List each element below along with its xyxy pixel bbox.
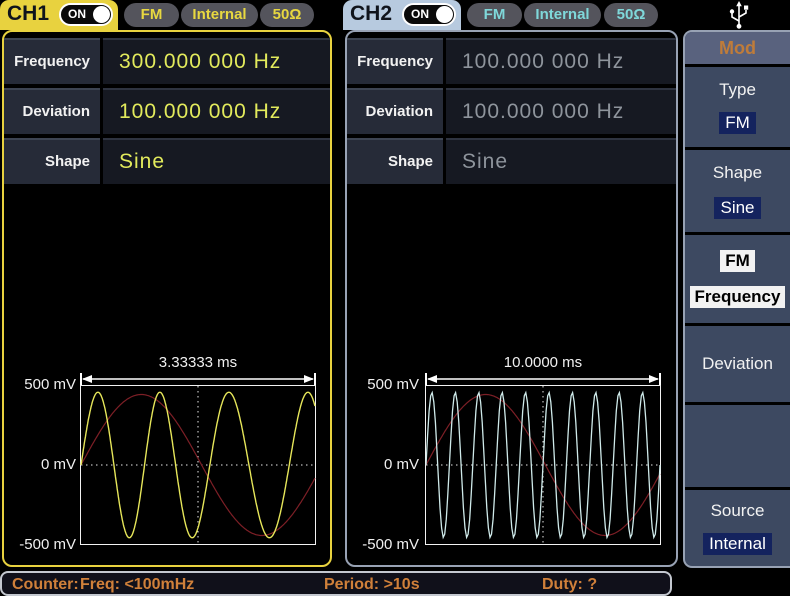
ch1-tab[interactable]: CH1 ON [0, 0, 118, 30]
source-value: Internal [703, 533, 772, 555]
ch1-on-toggle[interactable]: ON [59, 3, 113, 26]
signal-generator-screen: CH1 ON FM Internal 50Ω CH2 ON FM Interna… [0, 0, 790, 596]
ch2-ylabel-bottom: -500 mV [347, 536, 419, 553]
ch2-frequency-value[interactable]: 100.000 000 Hz [446, 38, 676, 84]
menu-title: Mod [685, 32, 790, 67]
shape-label: Shape [713, 163, 762, 183]
ch2-shape-row: Shape Sine [347, 138, 676, 184]
ch1-ylabel-top: 500 mV [4, 376, 76, 393]
ch2-timespan-arrow [425, 372, 661, 386]
fm-frequency-selected-top: FM [720, 250, 755, 272]
ch1-deviation-row: Deviation 100.000 000 Hz [4, 88, 330, 134]
ch1-impedance-badge: 50Ω [260, 3, 314, 27]
softkey-deviation[interactable]: Deviation [685, 326, 790, 405]
ch2-on-toggle[interactable]: ON [402, 3, 456, 26]
ch1-toggle-state: ON [68, 7, 86, 21]
ch1-shape-value[interactable]: Sine [103, 138, 330, 184]
ch2-parameter-rows: Frequency 100.000 000 Hz Deviation 100.0… [347, 38, 676, 188]
counter-period: Period: >10s [324, 574, 420, 595]
softkey-menu: Mod Type FM Shape Sine FM Frequency Devi… [683, 30, 790, 568]
ch2-tab[interactable]: CH2 ON [343, 0, 461, 30]
ch2-waveform-plot [425, 385, 661, 545]
ch1-panel: Frequency 300.000 000 Hz Deviation 100.0… [2, 30, 332, 567]
ch2-deviation-value[interactable]: 100.000 000 Hz [446, 88, 676, 134]
ch2-modulation-badge: FM [467, 3, 522, 27]
source-label: Source [711, 501, 765, 521]
counter-freq: Freq: <100mHz [80, 574, 194, 595]
ch2-shape-label: Shape [347, 138, 443, 184]
type-value: FM [719, 112, 756, 134]
ch2-shape-value[interactable]: Sine [446, 138, 676, 184]
ch1-deviation-value[interactable]: 100.000 000 Hz [103, 88, 330, 134]
ch1-parameter-rows: Frequency 300.000 000 Hz Deviation 100.0… [4, 38, 330, 188]
softkey-blank [685, 405, 790, 490]
fm-frequency-selected-bottom: Frequency [690, 286, 786, 308]
ch1-modulation-badge: FM [124, 3, 179, 27]
ch1-waveform-plot [80, 385, 316, 545]
ch2-panel: Frequency 100.000 000 Hz Deviation 100.0… [345, 30, 678, 567]
ch1-shape-label: Shape [4, 138, 100, 184]
ch1-frequency-row: Frequency 300.000 000 Hz [4, 38, 330, 84]
ch2-deviation-row: Deviation 100.000 000 Hz [347, 88, 676, 134]
ch2-tab-label: CH2 [350, 2, 392, 26]
ch2-ylabel-top: 500 mV [347, 376, 419, 393]
ch1-ylabel-zero: 0 mV [4, 456, 76, 473]
ch2-frequency-row: Frequency 100.000 000 Hz [347, 38, 676, 84]
ch2-toggle-knob [436, 6, 453, 23]
ch1-toggle-knob [93, 6, 110, 23]
ch1-shape-row: Shape Sine [4, 138, 330, 184]
counter-duty: Duty: ? [542, 574, 597, 595]
softkey-fm-frequency[interactable]: FM Frequency [685, 235, 790, 326]
ch1-frequency-value[interactable]: 300.000 000 Hz [103, 38, 330, 84]
ch2-ylabel-zero: 0 mV [347, 456, 419, 473]
ch2-toggle-state: ON [411, 7, 429, 21]
softkey-source[interactable]: Source Internal [685, 490, 790, 566]
ch1-source-badge: Internal [181, 3, 258, 27]
ch2-deviation-label: Deviation [347, 88, 443, 134]
shape-value: Sine [714, 197, 760, 219]
ch2-impedance-badge: 50Ω [604, 3, 658, 27]
deviation-label: Deviation [702, 354, 773, 374]
ch1-frequency-label: Frequency [4, 38, 100, 84]
counter-label: Counter: [12, 574, 79, 595]
softkey-type[interactable]: Type FM [685, 67, 790, 150]
ch1-timespan-label: 3.33333 ms [80, 354, 316, 371]
ch1-deviation-label: Deviation [4, 88, 100, 134]
ch2-source-badge: Internal [524, 3, 601, 27]
ch1-timespan-arrow [80, 372, 316, 386]
ch2-timespan-label: 10.0000 ms [425, 354, 661, 371]
type-label: Type [719, 80, 756, 100]
ch1-ylabel-bottom: -500 mV [4, 536, 76, 553]
ch2-frequency-label: Frequency [347, 38, 443, 84]
counter-bar: Counter: Freq: <100mHz Period: >10s Duty… [0, 571, 672, 596]
ch1-tab-label: CH1 [7, 2, 49, 26]
softkey-shape[interactable]: Shape Sine [685, 150, 790, 235]
